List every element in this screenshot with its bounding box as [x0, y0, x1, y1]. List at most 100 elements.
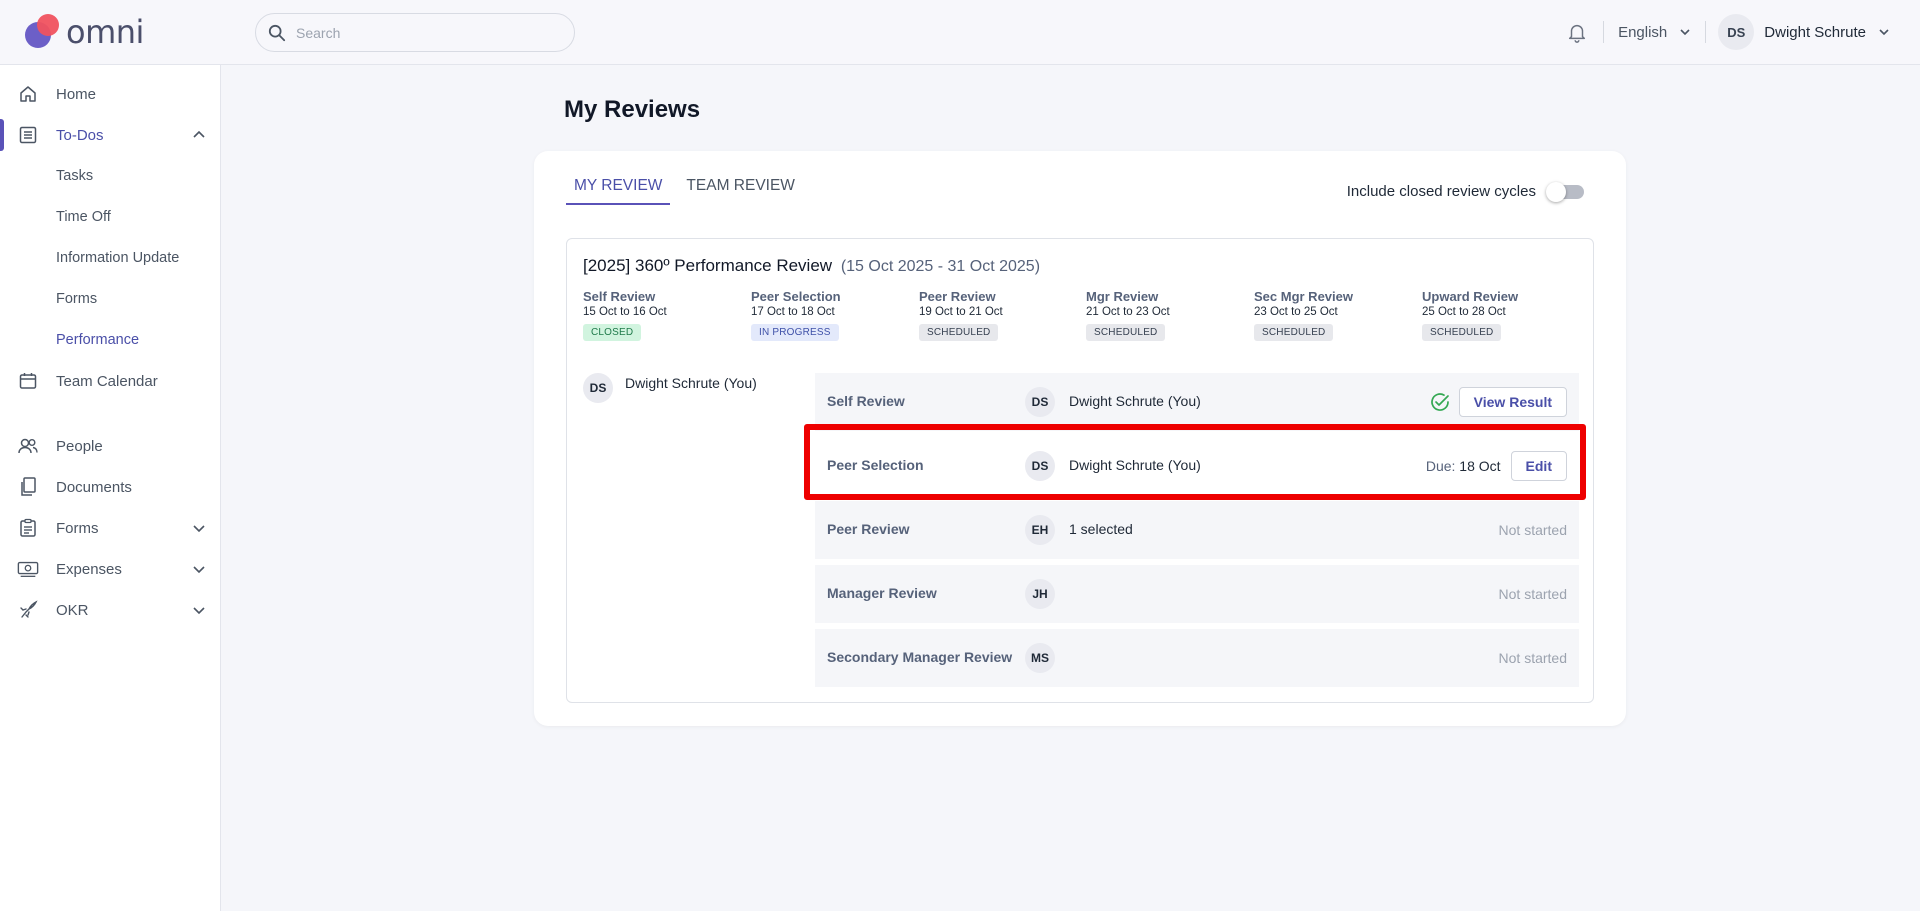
row-status: Not started [1498, 522, 1567, 538]
phase-dates: 15 Oct to 16 Oct [583, 306, 667, 318]
bell-icon [1569, 24, 1586, 43]
status-badge: SCHEDULED [1254, 324, 1334, 341]
chevron-down-icon [193, 607, 205, 615]
logo-text: omni [66, 13, 144, 51]
sidebar-item-label: OKR [56, 601, 89, 619]
phase-sec-mgr-review: Sec Mgr Review 23 Oct to 25 Oct SCHEDULE… [1254, 289, 1419, 341]
sidebar-item-todos[interactable]: To-Dos [0, 115, 221, 155]
notification-button[interactable] [1557, 12, 1597, 52]
row-title: Peer Selection [827, 457, 924, 473]
row-status: Not started [1498, 650, 1567, 666]
phase-name: Upward Review [1422, 289, 1519, 304]
phase-dates: 19 Oct to 21 Oct [919, 306, 1003, 318]
edit-button[interactable]: Edit [1510, 451, 1567, 481]
chevron-down-icon [1680, 29, 1690, 36]
sidebar-item-okr[interactable]: OKR [0, 590, 221, 630]
sidebar-item-label: Home [56, 85, 97, 103]
review-row-secondary-manager-review: Secondary Manager Review MS Not started [815, 629, 1579, 687]
row-title: Self Review [827, 393, 905, 409]
omni-logo[interactable]: omni [22, 12, 152, 52]
avatar: DS [1718, 14, 1755, 50]
row-actions: Not started [1499, 501, 1567, 559]
due-date-value: 18 Oct [1459, 458, 1501, 474]
top-header: omni English DS Dwight Schrute [0, 0, 1920, 65]
sidebar-item-home[interactable]: Home [0, 74, 221, 114]
user-menu[interactable]: DS Dwight Schrute [1718, 14, 1890, 50]
chevron-down-icon [193, 566, 205, 574]
row-title: Manager Review [827, 585, 937, 601]
phase-peer-review: Peer Review 19 Oct to 21 Oct SCHEDULED [919, 289, 1084, 341]
sidebar: Home To-Dos Tasks Time Off Information U… [0, 65, 221, 911]
search-box[interactable] [255, 13, 575, 52]
header-divider [1603, 21, 1605, 43]
due-date: Due: 18 Oct [1426, 458, 1501, 474]
language-selector[interactable]: English [1610, 24, 1699, 41]
sidebar-item-people[interactable]: People [0, 426, 221, 466]
search-input[interactable] [296, 24, 556, 41]
row-person: Dwight Schrute (You) [1069, 393, 1201, 409]
status-badge: CLOSED [583, 324, 642, 341]
tab-my-review[interactable]: MY REVIEW [566, 173, 671, 205]
row-title: Secondary Manager Review [827, 649, 1013, 665]
avatar: DS [583, 373, 613, 403]
sidebar-item-label: Documents [56, 478, 132, 496]
sidebar-item-label: Expenses [56, 560, 122, 578]
reviewee: DS Dwight Schrute (You) [583, 373, 757, 403]
due-label: Due: [1425, 458, 1456, 474]
row-actions: Not started [1499, 629, 1567, 687]
chevron-up-icon [193, 130, 205, 138]
cycle-name: [2025] 360º Performance Review [583, 256, 833, 275]
row-person: Dwight Schrute (You) [1069, 457, 1201, 473]
review-row-self-review: Self Review DS Dwight Schrute (You) View… [815, 373, 1579, 431]
calendar-icon [17, 370, 39, 392]
money-icon [17, 558, 39, 580]
phase-upward-review: Upward Review 25 Oct to 28 Oct SCHEDULED [1422, 289, 1587, 341]
documents-icon [17, 476, 39, 498]
reviews-card: MY REVIEW TEAM REVIEW Include closed rev… [534, 151, 1626, 726]
review-row-peer-selection: Peer Selection DS Dwight Schrute (You) D… [815, 437, 1579, 495]
chevron-down-icon [1879, 29, 1889, 36]
phase-dates: 25 Oct to 28 Oct [1422, 306, 1506, 318]
check-circle-icon [1430, 393, 1449, 411]
row-actions: View Result [1429, 373, 1567, 431]
home-icon [17, 83, 39, 105]
sidebar-item-forms[interactable]: Forms [0, 508, 221, 548]
closed-cycles-label: Include closed review cycles [1346, 183, 1536, 200]
sidebar-item-team-calendar[interactable]: Team Calendar [0, 361, 221, 401]
sidebar-item-documents[interactable]: Documents [0, 467, 221, 507]
avatar: JH [1025, 579, 1055, 609]
row-person: 1 selected [1069, 521, 1133, 537]
reviewee-name: Dwight Schrute (You) [625, 375, 757, 391]
sidebar-subitem-forms[interactable]: Forms [56, 291, 97, 307]
page-title: My Reviews [564, 96, 701, 123]
review-row-peer-review: Peer Review EH 1 selected Not started [815, 501, 1579, 559]
sidebar-subitem-tasks[interactable]: Tasks [56, 168, 93, 184]
avatar: EH [1025, 515, 1055, 545]
phase-self-review: Self Review 15 Oct to 16 Oct CLOSED [583, 289, 748, 341]
tab-team-review[interactable]: TEAM REVIEW [678, 173, 803, 205]
people-icon [17, 435, 39, 457]
review-row-manager-review: Manager Review JH Not started [815, 565, 1579, 623]
phase-name: Mgr Review [1086, 289, 1159, 304]
view-result-button[interactable]: View Result [1458, 387, 1567, 417]
phase-dates: 23 Oct to 25 Oct [1254, 306, 1338, 318]
form-icon [17, 517, 39, 539]
phase-name: Sec Mgr Review [1254, 289, 1353, 304]
row-status: Not started [1498, 586, 1567, 602]
avatar: DS [1025, 451, 1055, 481]
closed-cycles-toggle[interactable] [1546, 181, 1584, 202]
status-badge: SCHEDULED [1086, 324, 1166, 341]
phase-peer-selection: Peer Selection 17 Oct to 18 Oct IN PROGR… [751, 289, 916, 341]
sidebar-item-label: People [56, 437, 103, 455]
sidebar-subitem-time-off[interactable]: Time Off [56, 209, 111, 225]
phase-name: Self Review [583, 289, 656, 304]
sidebar-item-label: To-Dos [56, 126, 104, 144]
sidebar-item-expenses[interactable]: Expenses [0, 549, 221, 589]
avatar: DS [1025, 387, 1055, 417]
sidebar-subitem-performance[interactable]: Performance [56, 332, 139, 348]
row-actions: Due: 18 Oct Edit [1426, 437, 1567, 495]
sidebar-subitem-information-update[interactable]: Information Update [56, 250, 179, 266]
sidebar-item-label: Forms [56, 519, 99, 537]
row-actions: Not started [1499, 565, 1567, 623]
review-tabs: MY REVIEW TEAM REVIEW [566, 173, 811, 205]
